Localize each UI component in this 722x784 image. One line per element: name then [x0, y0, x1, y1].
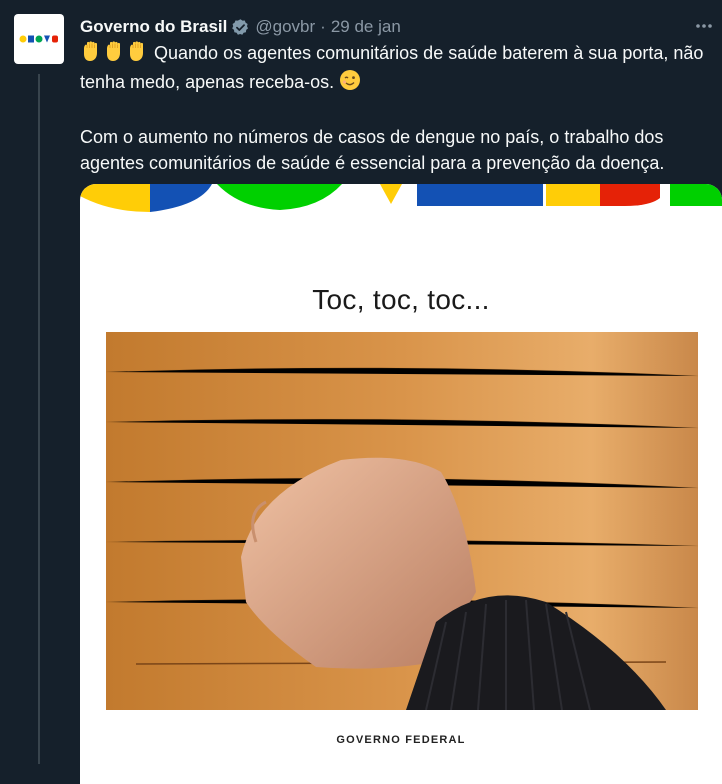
separator-dot: ·: [320, 17, 326, 36]
tweet-paragraph-2: Com o aumento no números de casos de den…: [80, 127, 665, 173]
author-name[interactable]: Governo do Brasil: [80, 16, 227, 38]
tweet-paragraph-1: Quando os agentes comunitários de saúde …: [80, 40, 716, 98]
door-knock-photo: [106, 332, 698, 710]
media-title: Toc, toc, toc...: [312, 284, 490, 315]
raised-fist-icon: [103, 40, 125, 69]
govbr-logo-icon: [19, 35, 58, 43]
tweet-paragraph-1-text: Quando os agentes comunitários de saúde …: [80, 43, 704, 92]
avatar[interactable]: [14, 14, 64, 64]
more-options-icon[interactable]: [694, 16, 714, 36]
brand-color-stripe: [80, 184, 722, 212]
tweet-text: Quando os agentes comunitários de saúde …: [80, 40, 716, 176]
media-footer-logo: GOVERNO FEDERAL: [336, 734, 466, 746]
thread-line: [38, 74, 40, 764]
raised-fist-icon: [80, 40, 102, 69]
tweet-header: Governo do Brasil @govbr · 29 de jan: [80, 15, 712, 39]
winking-face-icon: [339, 69, 361, 98]
author-handle[interactable]: @govbr: [255, 16, 315, 38]
tweet-media-image[interactable]: Toc, toc, toc... GOVERNO FEDERAL: [80, 184, 722, 784]
raised-fist-icon: [126, 40, 148, 69]
verified-badge-icon: [231, 18, 250, 37]
tweet-date[interactable]: 29 de jan: [331, 16, 401, 38]
